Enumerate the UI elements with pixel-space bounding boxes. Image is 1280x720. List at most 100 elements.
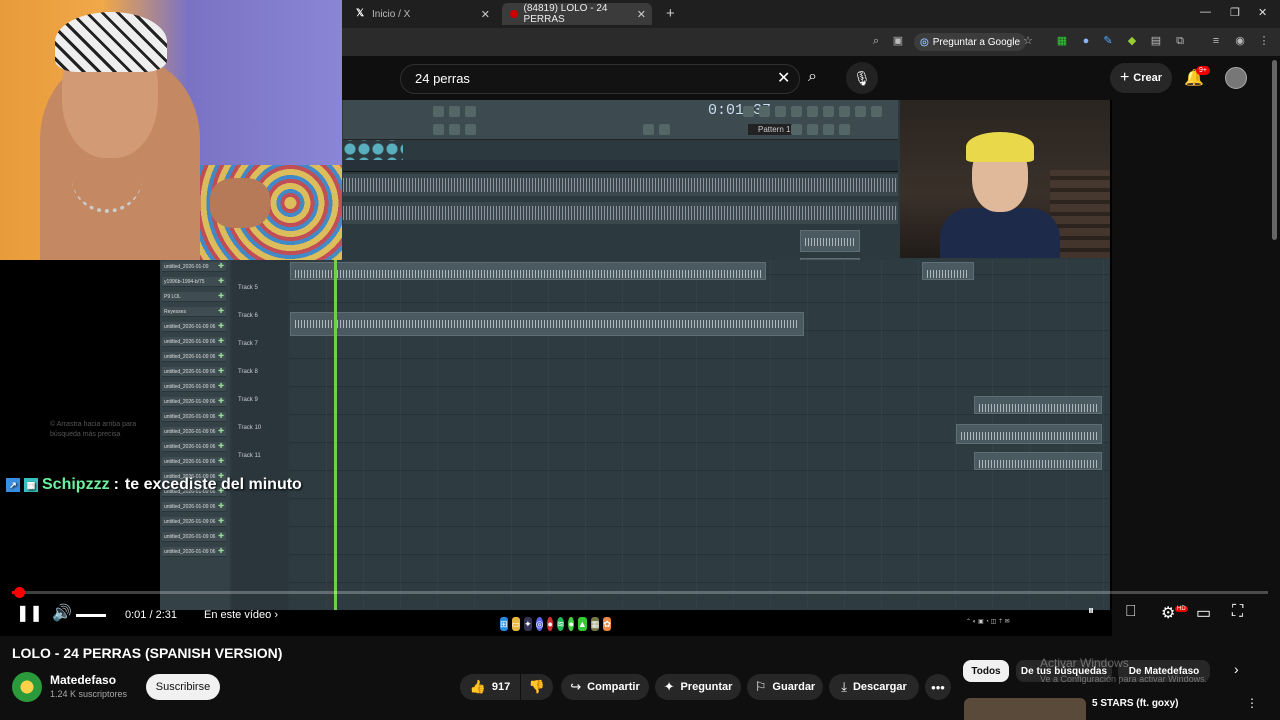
add-icon: ✚ <box>218 533 224 540</box>
daw-button-icon <box>807 124 818 135</box>
ask-google-label: Preguntar a Google <box>932 36 1021 48</box>
time-display: 0:01 / 2:31 <box>125 609 177 621</box>
ask-google-button[interactable]: ◎ Preguntar a Google <box>914 33 1027 51</box>
subtitles-icon[interactable]: ⎕ <box>1126 603 1136 621</box>
add-icon: ✚ <box>218 383 224 390</box>
search-icon[interactable]: ⌕ <box>808 68 817 86</box>
page-scrollbar[interactable] <box>1272 60 1277 240</box>
add-icon: ✚ <box>218 548 224 555</box>
youtube-icon <box>510 10 518 18</box>
share-button[interactable]: ↪ Compartir <box>561 674 649 700</box>
add-icon: ✚ <box>218 413 224 420</box>
channel-item: untitled_2026-01-09 06 ✚ <box>162 397 226 407</box>
menu-dots-icon[interactable]: ⋮ <box>1258 35 1270 47</box>
chapters-button[interactable]: En este vídeo › <box>204 609 278 621</box>
channel-item: untitled_2026-01-09 06 ✚ <box>162 352 226 362</box>
channel-item: untitled_2026-01-09 ✚ <box>162 262 226 272</box>
extension-icon[interactable]: ▤ <box>1150 35 1162 47</box>
cast-icon[interactable]: ▣ <box>892 35 904 47</box>
add-icon: ✚ <box>218 263 224 270</box>
windows-start-icon: ⊞ <box>500 617 508 631</box>
progress-bar[interactable] <box>12 591 1268 594</box>
more-actions-button[interactable]: ••• <box>925 674 951 700</box>
ask-button[interactable]: ✦ Preguntar <box>655 674 741 700</box>
daw-toolbar: 0:01:37 Pattern 1 <box>343 100 898 140</box>
like-button[interactable]: 👍 917 <box>460 674 520 700</box>
extensions-puzzle-icon[interactable]: ⧉ <box>1174 35 1186 47</box>
create-button[interactable]: + Crear <box>1110 63 1172 93</box>
scrubber-handle[interactable] <box>14 587 25 598</box>
discord-icon: ◎ <box>535 617 544 631</box>
guest-body <box>940 208 1060 258</box>
waveform <box>805 238 855 246</box>
channel-item: untitled_2026-01-09 06 ✚ <box>162 412 226 422</box>
volume-icon[interactable]: 🔊 <box>52 603 72 623</box>
add-icon: ✚ <box>218 338 224 345</box>
daw-button-icon <box>433 106 444 117</box>
settings-gear-icon[interactable]: ⚙ <box>1161 603 1175 623</box>
daw-button-icon <box>823 124 834 135</box>
restore-icon[interactable]: ❐ <box>1230 6 1240 19</box>
search-input[interactable]: 24 perras <box>400 64 800 94</box>
reading-list-icon[interactable]: ≡ <box>1210 35 1222 47</box>
daw-button-icon <box>465 124 476 135</box>
clear-search-icon[interactable]: ✕ <box>777 68 790 88</box>
channel-item: untitled_2026-01-09 06 ✚ <box>162 337 226 347</box>
recommended-video-title[interactable]: 5 STARS (ft. goxy) <box>1092 698 1178 709</box>
daw-button-icon <box>871 106 882 117</box>
fullscreen-icon[interactable]: ⛶ <box>1232 603 1243 621</box>
theater-mode-icon[interactable]: ▭ <box>1196 603 1211 623</box>
volume-slider[interactable] <box>76 614 106 617</box>
channel-name[interactable]: Matedefaso <box>50 673 116 687</box>
account-avatar[interactable] <box>1225 67 1247 89</box>
channel-avatar[interactable] <box>12 672 42 702</box>
download-icon: ⤓ <box>841 679 847 694</box>
zoom-icon[interactable]: ⌕ <box>870 35 882 47</box>
daw-button-icon <box>449 124 460 135</box>
notification-badge: 9+ <box>1196 66 1210 75</box>
close-tab-icon[interactable]: ✕ <box>481 8 490 21</box>
like-count: 917 <box>491 681 511 693</box>
close-tab-icon[interactable]: ✕ <box>637 8 646 21</box>
waveform <box>343 206 898 220</box>
recommended-video-thumbnail[interactable] <box>964 698 1086 720</box>
fl-studio-icon: ✿ <box>603 617 611 631</box>
playlist-grid <box>290 260 1110 610</box>
channel-item: untitled_2026-01-09 06 ✚ <box>162 442 226 452</box>
tab-label: (84819) LOLO - 24 PERRAS <box>523 3 608 25</box>
save-button[interactable]: ⚐ Guardar <box>747 674 823 700</box>
tab-inicio-x[interactable]: 𝕏 Inicio / X ✕ <box>346 3 496 25</box>
more-dots-icon[interactable]: ⋮ <box>1246 696 1258 710</box>
add-icon: ✚ <box>218 278 224 285</box>
new-tab-icon[interactable]: + <box>666 5 675 22</box>
extension-icon[interactable]: ✎ <box>1102 35 1114 47</box>
bookmark-star-icon[interactable]: ☆ <box>1022 35 1034 47</box>
folder-icon: ▭ <box>511 617 521 631</box>
waveform <box>961 432 1097 440</box>
microphone-icon[interactable]: 🎙 <box>846 62 878 94</box>
timeline-ruler <box>343 160 898 172</box>
screen: 𝕏 Inicio / X ✕ (84819) LOLO - 24 PERRAS … <box>0 0 1280 720</box>
autoplay-toggle[interactable]: ⏸ <box>1088 603 1094 618</box>
download-button[interactable]: ⤓ Descargar <box>829 674 919 700</box>
channel-item: untitled_2026-01-09 06 ✚ <box>162 502 226 512</box>
tab-youtube-video[interactable]: (84819) LOLO - 24 PERRAS ✕ <box>502 3 652 25</box>
extension-icon[interactable]: ● <box>1080 35 1092 47</box>
add-icon: ✚ <box>218 458 224 465</box>
pause-icon[interactable]: ❚❚ <box>16 603 43 623</box>
profile-icon[interactable]: ◉ <box>1234 35 1246 47</box>
add-icon: ✚ <box>218 443 224 450</box>
track-name: Track 7 <box>238 341 258 347</box>
close-window-icon[interactable]: ✕ <box>1258 6 1267 19</box>
extension-icon[interactable]: ◆ <box>1126 35 1138 47</box>
ghost-hint-text: © Arrastra hacia arriba para búsqueda má… <box>50 421 137 438</box>
chevron-right-icon[interactable]: › <box>1234 661 1239 677</box>
track-name: Track 5 <box>238 285 258 291</box>
subscribe-button[interactable]: Suscribirse <box>146 674 220 700</box>
chip-todos[interactable]: Todos <box>963 660 1009 682</box>
dislike-button[interactable]: 👎 <box>521 674 553 700</box>
extension-icon[interactable]: ▦ <box>1056 35 1068 47</box>
minimize-icon[interactable]: — <box>1200 6 1211 18</box>
guest-webcam <box>900 100 1110 258</box>
daw-button-icon <box>791 124 802 135</box>
